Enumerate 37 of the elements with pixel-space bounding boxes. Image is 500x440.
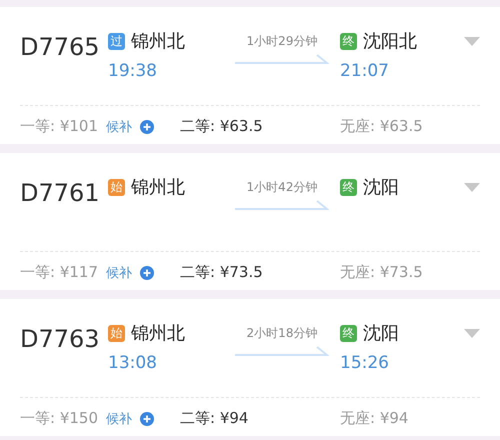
departure-time: 15:26 [340,353,390,373]
station-name: 锦州北 [131,30,185,53]
duration-label: 1小时29分钟 [246,33,318,50]
seat-price: 一等: ¥150 [20,409,98,428]
seat-price: 一等: ¥101 [20,117,98,136]
train-card[interactable]: D7761 始 锦州北 1小时42分钟 终 沈阳 一等: ¥117 候补 二等: ¥73.5 无座: ¥73.5 [0,153,500,290]
station-name: 锦州北 [131,322,185,345]
departure-time: 19:38 [108,61,158,81]
station-badge: 始 [108,324,125,342]
station-badge: 过 [108,32,125,50]
train-number: D7761 [20,178,101,209]
station-name: 锦州北 [131,176,185,199]
plus-icon[interactable] [140,412,154,426]
seat-price: 一等: ¥117 [20,263,98,282]
station-badge: 终 [340,32,357,50]
seat-price: 无座: ¥73.5 [340,263,423,282]
train-number: D7765 [20,32,101,63]
departure-time: 21:07 [340,61,390,81]
train-card[interactable]: D7765 过 锦州北 19:38 1小时29分钟 终 沈阳北 21:07 一等: ¥101 候补 二等: ¥63.5 无座: ¥63.5 [0,7,500,144]
duration-label: 2小时18分钟 [246,325,318,342]
station-badge: 始 [108,178,125,196]
plus-icon[interactable] [140,266,154,280]
station-name: 沈阳 [363,176,399,199]
train-number: D7763 [20,324,101,355]
station-name: 沈阳北 [363,30,417,53]
seat-price: 无座: ¥94 [340,409,408,428]
seat-price: 二等: ¥73.5 [180,263,263,282]
station-badge: 终 [340,178,357,196]
station-name: 沈阳 [363,322,399,345]
seat-price: 无座: ¥63.5 [340,117,423,136]
plus-icon[interactable] [140,120,154,134]
seat-price: 二等: ¥94 [180,409,248,428]
train-card[interactable]: D7763 始 锦州北 13:08 2小时18分钟 终 沈阳 15:26 一等: ¥150 候补 二等: ¥94 无座: ¥94 [0,299,500,436]
station-badge: 终 [340,324,357,342]
departure-time: 13:08 [108,353,158,373]
seat-price: 二等: ¥63.5 [180,117,263,136]
duration-label: 1小时42分钟 [246,179,318,196]
